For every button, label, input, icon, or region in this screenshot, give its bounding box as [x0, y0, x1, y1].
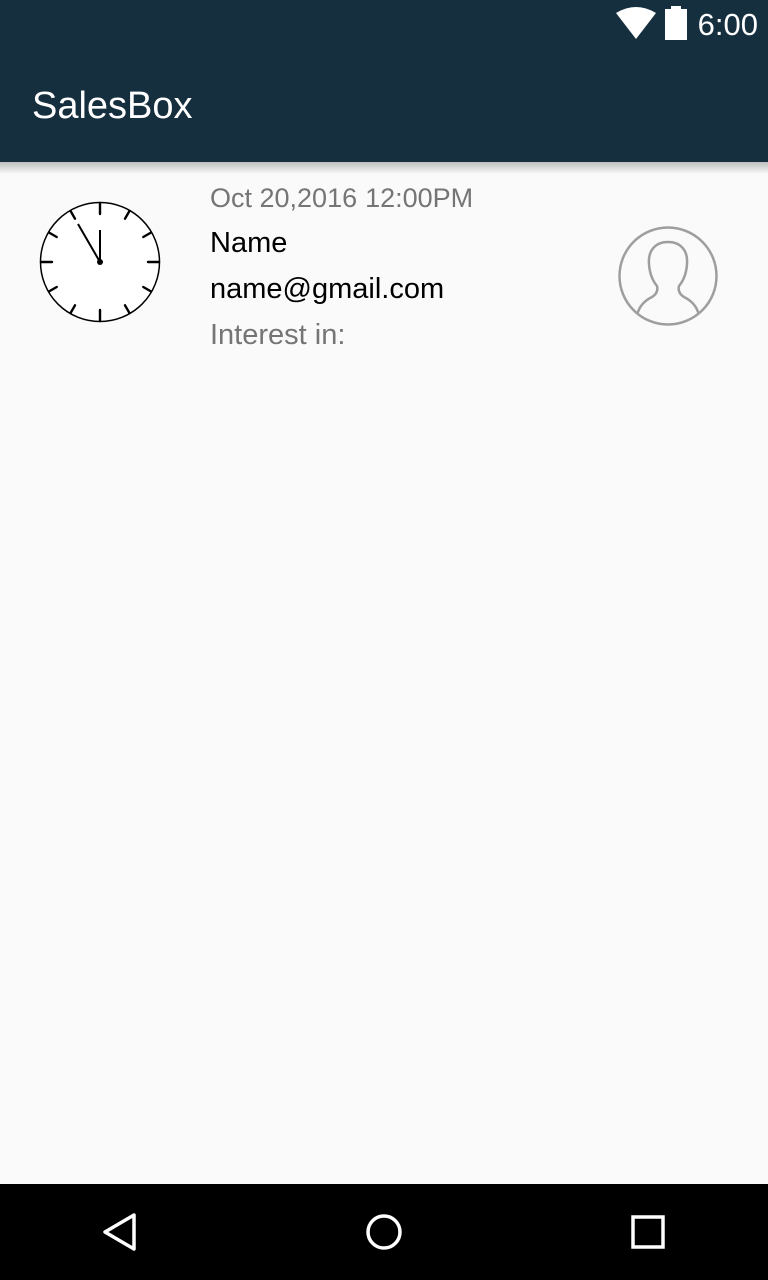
recents-icon[interactable]	[598, 1184, 698, 1280]
back-icon[interactable]	[70, 1184, 170, 1280]
lead-list-item[interactable]: Oct 20,2016 12:00PM Name name@gmail.com I…	[0, 174, 768, 364]
nav-bar	[0, 1184, 768, 1280]
lead-datetime: Oct 20,2016 12:00PM	[210, 183, 473, 214]
lead-interest-label: Interest in:	[210, 319, 346, 351]
status-icons: 6:00	[615, 0, 758, 50]
person-avatar-icon[interactable]	[616, 224, 720, 328]
lead-date: Oct 20,2016	[210, 183, 358, 213]
battery-icon	[664, 5, 688, 45]
lead-time: 12:00PM	[365, 183, 474, 213]
app-bar-shadow	[0, 162, 768, 174]
wifi-icon	[615, 6, 656, 44]
lead-email: name@gmail.com	[210, 273, 445, 305]
lead-name: Name	[210, 227, 288, 259]
status-time: 6:00	[697, 7, 758, 42]
app-bar: SalesBox	[0, 50, 768, 162]
clock-icon	[38, 200, 162, 324]
app-title: SalesBox	[32, 85, 193, 127]
home-icon[interactable]	[334, 1184, 434, 1280]
status-bar: 6:00	[0, 0, 768, 50]
